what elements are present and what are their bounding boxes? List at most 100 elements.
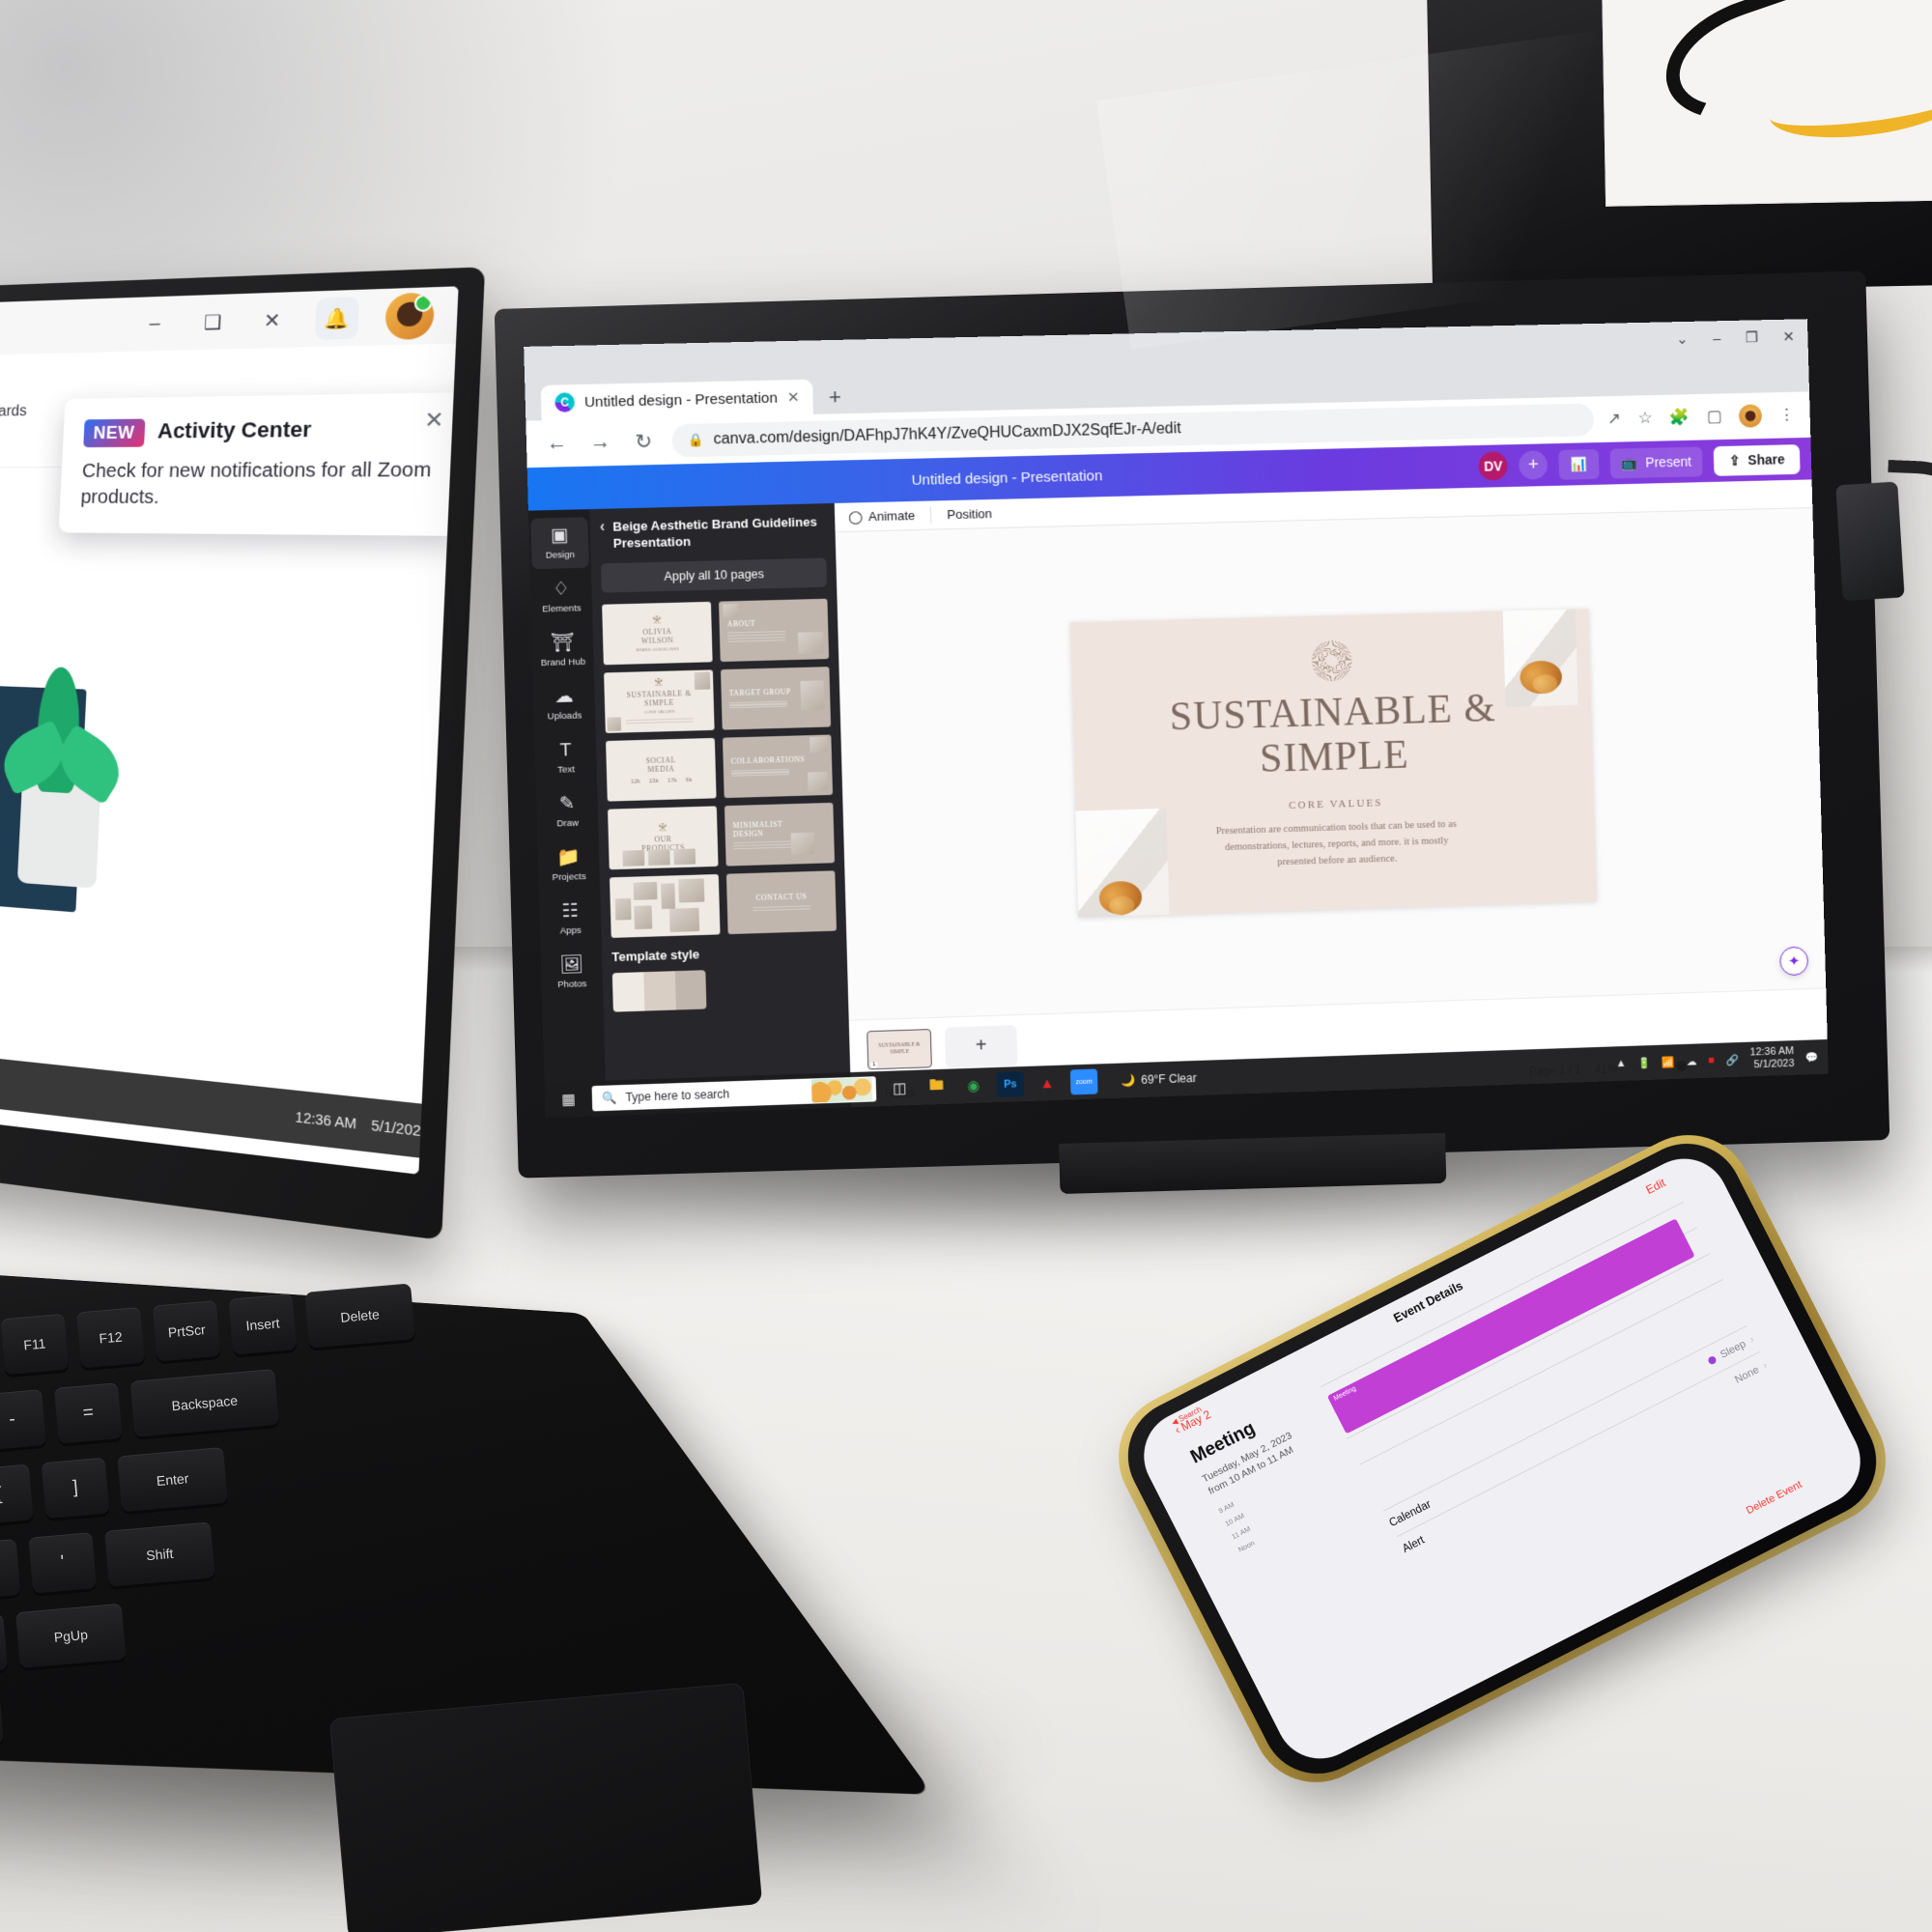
sidebar-item-design[interactable]: ▣ Design <box>530 517 589 570</box>
back-button[interactable]: ‹ May 2 <box>1173 1407 1213 1436</box>
taskbar-clock[interactable]: 12:36 AM 5/1/2023 <box>1749 1045 1794 1071</box>
template-thumbnail[interactable]: SOCIAL MEDIA 12k 13k 17k 6k <box>606 737 717 802</box>
back-icon[interactable]: ← <box>542 432 572 456</box>
battery-icon[interactable]: 🔋 <box>1637 1057 1651 1069</box>
slide-image-top-right[interactable] <box>1502 608 1578 707</box>
invite-members-button[interactable]: + <box>1519 450 1548 480</box>
maximize-button[interactable]: ❐ <box>1746 328 1759 346</box>
acrobat-icon[interactable]: ▲ <box>1034 1070 1062 1096</box>
minimize-button[interactable]: – <box>138 312 172 335</box>
profile-avatar[interactable] <box>1738 404 1763 428</box>
sidebar-item-text[interactable]: T Text <box>536 731 595 783</box>
rail-label: Design <box>545 549 576 561</box>
onedrive-icon[interactable]: ■ <box>1708 1055 1715 1066</box>
thumb-title: CONTACT US <box>755 892 808 903</box>
star-icon[interactable]: ☆ <box>1637 409 1653 428</box>
rotate-handle-icon[interactable]: ↻ <box>1591 608 1597 612</box>
sidebar-item-projects[interactable]: 📁 Projects <box>540 838 599 891</box>
animate-circle-icon: ◯ <box>848 508 864 525</box>
extensions-icon[interactable]: 🧩 <box>1669 408 1690 427</box>
template-thumbnail[interactable]: COLLABORATIONS <box>722 734 834 799</box>
sidebar-item-uploads[interactable]: ☁ Uploads <box>535 678 594 730</box>
template-thumbnail[interactable]: OUR PRODUCTS <box>608 806 719 870</box>
wall-poster <box>1601 0 1932 207</box>
page-thumb-title: SUSTAINABLE & SIMPLE <box>878 1040 921 1056</box>
present-button[interactable]: 📺 Present <box>1609 445 1704 478</box>
zoom-nav-label: Whiteboards <box>0 403 27 421</box>
edit-button[interactable]: Edit <box>1644 1176 1668 1197</box>
draw-icon: ✎ <box>558 793 576 815</box>
magic-ai-icon[interactable]: ✦ <box>1779 946 1809 977</box>
add-page-button[interactable]: + <box>944 1024 1018 1068</box>
plant-illustration <box>0 642 138 891</box>
zoom-icon[interactable]: zoom <box>1069 1068 1098 1095</box>
thumb-title: ABOUT <box>726 618 756 629</box>
uploads-icon: ☁ <box>554 686 574 708</box>
close-button[interactable]: ✕ <box>1782 327 1795 345</box>
cloud-icon[interactable]: ☁ <box>1687 1055 1697 1067</box>
insights-button[interactable]: 📊 <box>1558 448 1600 480</box>
forward-icon[interactable]: → <box>585 431 615 455</box>
slide-image-bottom-left[interactable] <box>1069 808 1170 918</box>
menu-icon[interactable]: ⋮ <box>1778 406 1795 425</box>
design-title[interactable]: Untitled design - Presentation <box>911 468 1102 489</box>
apply-all-pages-button[interactable]: Apply all 10 pages <box>600 557 828 593</box>
sidebar-item-apps[interactable]: ☷ Apps <box>541 893 600 945</box>
sidebar-item-photos[interactable]: 🖼 Photos <box>543 946 602 998</box>
animate-button[interactable]: ◯ Animate <box>848 507 915 525</box>
delete-event-button[interactable]: Delete Event <box>1745 1479 1804 1517</box>
photoshop-icon[interactable]: Ps <box>996 1071 1025 1098</box>
browser-tab[interactable]: C Untitled design - Presentation ✕ <box>540 379 814 421</box>
chevron-left-icon[interactable]: ‹ <box>600 519 606 535</box>
user-avatar-dv[interactable]: DV <box>1478 451 1509 481</box>
activity-center-toast[interactable]: ✕ NEW Activity Center Check for new noti… <box>58 392 459 536</box>
chrome-icon[interactable]: ◉ <box>959 1072 987 1098</box>
sidebar-item-brand-hub[interactable]: ⛩ Brand Hub <box>533 624 592 676</box>
maximize-button[interactable]: ❑ <box>196 309 231 334</box>
zoom-nav-whiteboards[interactable]: ▭ Whiteboards <box>0 371 43 422</box>
page-thumbnail-1[interactable]: SUSTAINABLE & SIMPLE 1 <box>867 1028 932 1069</box>
share-button[interactable]: ⇪ Share <box>1713 443 1801 476</box>
template-thumbnail[interactable]: OLIVIA WILSON BRAND GUIDELINES <box>602 601 713 666</box>
laptop-trackpad[interactable] <box>328 1682 763 1932</box>
task-view-icon[interactable]: ◫ <box>886 1075 914 1101</box>
chevron-up-icon[interactable]: ▲ <box>1615 1058 1626 1069</box>
file-explorer-icon[interactable]: 🖿 <box>923 1074 951 1100</box>
projects-folder-icon: 📁 <box>556 846 581 868</box>
template-thumbnail[interactable]: CONTACT US <box>725 870 838 935</box>
new-tab-button[interactable]: + <box>819 384 852 414</box>
slide-canvas[interactable]: SUSTAINABLE & SIMPLE CORE VALUES Presenta… <box>1069 608 1597 918</box>
sidebar-icon[interactable]: ▢ <box>1707 407 1722 426</box>
sidebar-item-draw[interactable]: ✎ Draw <box>538 785 597 838</box>
tab-close-icon[interactable]: ✕ <box>787 388 800 406</box>
link-icon[interactable]: 🔗 <box>1725 1053 1739 1065</box>
close-icon[interactable]: ✕ <box>424 407 444 434</box>
sidebar-item-elements[interactable]: ♢ Elements <box>532 571 591 623</box>
taskbar-weather[interactable]: 🌙 69°F Clear <box>1121 1071 1197 1088</box>
rail-label: Brand Hub <box>540 656 586 669</box>
search-input[interactable]: 🔍 Type here to search <box>591 1076 877 1112</box>
avatar[interactable] <box>384 292 436 341</box>
template-style-swatch[interactable] <box>611 970 707 1012</box>
bell-icon[interactable]: 🔔 <box>314 297 360 340</box>
taskbar-time: 12:36 AM <box>295 1108 357 1132</box>
reload-icon[interactable]: ↻ <box>629 429 659 454</box>
wifi-icon[interactable]: 📶 <box>1662 1056 1675 1068</box>
template-thumbnail[interactable] <box>609 873 721 938</box>
template-thumbnail[interactable]: MINIMALIST DESIGN <box>724 802 836 867</box>
template-thumbnail[interactable]: ABOUT <box>719 598 830 663</box>
text-icon: T <box>559 740 572 761</box>
template-thumbnail-grid: OLIVIA WILSON BRAND GUIDELINES ABOUT SUS… <box>602 598 838 938</box>
desk-scene: – ❑ ✕ 🔔 ◎ Apps ▭ Whiteboards <box>0 0 1932 1932</box>
minimize-button[interactable]: – <box>1713 330 1721 347</box>
close-button[interactable]: ✕ <box>255 307 290 333</box>
template-style-heading: Template style <box>611 947 700 965</box>
template-thumbnail[interactable]: SUSTAINABLE & SIMPLE CORE VALUES <box>604 669 715 733</box>
windows-start-icon[interactable]: ▦ <box>554 1086 582 1112</box>
collapse-tabs-icon[interactable]: ⌄ <box>1676 330 1689 348</box>
position-button[interactable]: Position <box>947 506 992 522</box>
notification-icon[interactable]: 💬 <box>1805 1051 1819 1064</box>
share-icon[interactable]: ↗ <box>1607 410 1622 429</box>
laptop-taskbar-clock[interactable]: 12:36 AM 5/1/2023 <box>295 1109 429 1140</box>
template-thumbnail[interactable]: TARGET GROUP <box>720 667 832 730</box>
